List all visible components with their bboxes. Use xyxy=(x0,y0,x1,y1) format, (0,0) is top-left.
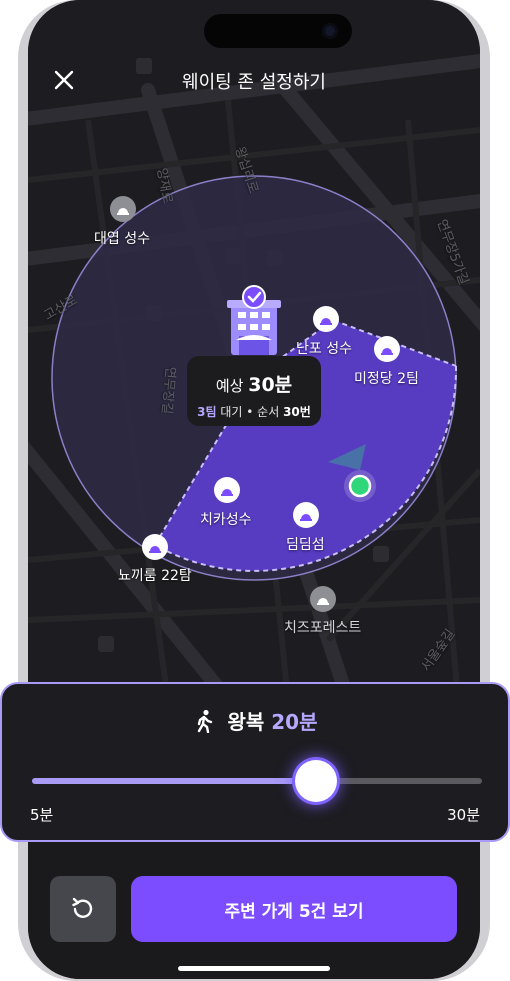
store-pin[interactable] xyxy=(142,534,168,560)
wait-teams: 3팀 xyxy=(197,405,217,419)
wait-estimate-sub: 3팀 대기 • 순서 30번 xyxy=(187,403,321,420)
store-label: 대엽 성수 xyxy=(94,231,150,247)
walk-time-value: 20분 xyxy=(271,710,318,734)
store-pin[interactable] xyxy=(214,477,240,503)
store-pin[interactable] xyxy=(313,306,339,332)
wait-teams-suffix: 대기 • 순서 xyxy=(220,405,280,419)
store-label: 뇨끼룸 22탐 xyxy=(118,568,192,584)
store-pin[interactable] xyxy=(110,196,136,222)
camera-icon xyxy=(322,23,338,39)
view-nearby-stores-button[interactable]: 주변 가게 5건 보기 xyxy=(131,876,457,942)
slider-min-label: 5분 xyxy=(30,806,54,824)
walk-icon xyxy=(197,709,212,734)
wait-time: 30분 xyxy=(248,374,293,396)
store-icon xyxy=(381,348,393,355)
wait-order: 30번 xyxy=(283,405,311,419)
wait-prefix: 예상 xyxy=(215,377,244,395)
store-label: 딤딤섬 xyxy=(286,537,325,553)
walk-time-card: 왕복 20분 5분 30분 xyxy=(0,682,510,842)
store-icon xyxy=(149,546,161,553)
walk-time-panel: 왕복 20분 5분 30분 xyxy=(0,682,510,842)
store-icon xyxy=(117,208,129,215)
reset-button[interactable] xyxy=(50,876,116,942)
refresh-icon xyxy=(72,897,93,918)
map[interactable] xyxy=(28,0,480,700)
store-icon xyxy=(300,514,312,521)
store-pin[interactable] xyxy=(374,336,400,362)
store-pin[interactable] xyxy=(310,586,336,612)
header: 웨이팅 존 설정하기 xyxy=(28,56,480,104)
wait-estimate-bubble: 예상 30분 3팀 대기 • 순서 30번 xyxy=(187,356,321,426)
store-icon xyxy=(320,318,332,325)
home-indicator xyxy=(178,966,330,971)
trip-mode: 왕복 xyxy=(227,710,265,734)
store-label: 치즈포레스트 xyxy=(284,620,362,636)
walk-time-slider[interactable] xyxy=(32,760,482,802)
store-label: 미정당 2팀 xyxy=(354,371,419,387)
slider-fill xyxy=(32,778,316,784)
walk-time-heading: 왕복 20분 xyxy=(2,706,508,735)
slider-max-label: 30분 xyxy=(447,806,480,824)
slider-thumb[interactable] xyxy=(294,760,337,802)
page-title: 웨이팅 존 설정하기 xyxy=(182,72,326,93)
store-icon xyxy=(221,489,233,496)
store-label: 치카성수 xyxy=(200,512,252,528)
store-icon xyxy=(317,598,329,605)
store-pin[interactable] xyxy=(293,502,319,528)
dynamic-island xyxy=(204,14,352,48)
wait-estimate-main: 예상 30분 xyxy=(187,370,321,397)
store-label: 난포 성수 xyxy=(296,341,352,357)
